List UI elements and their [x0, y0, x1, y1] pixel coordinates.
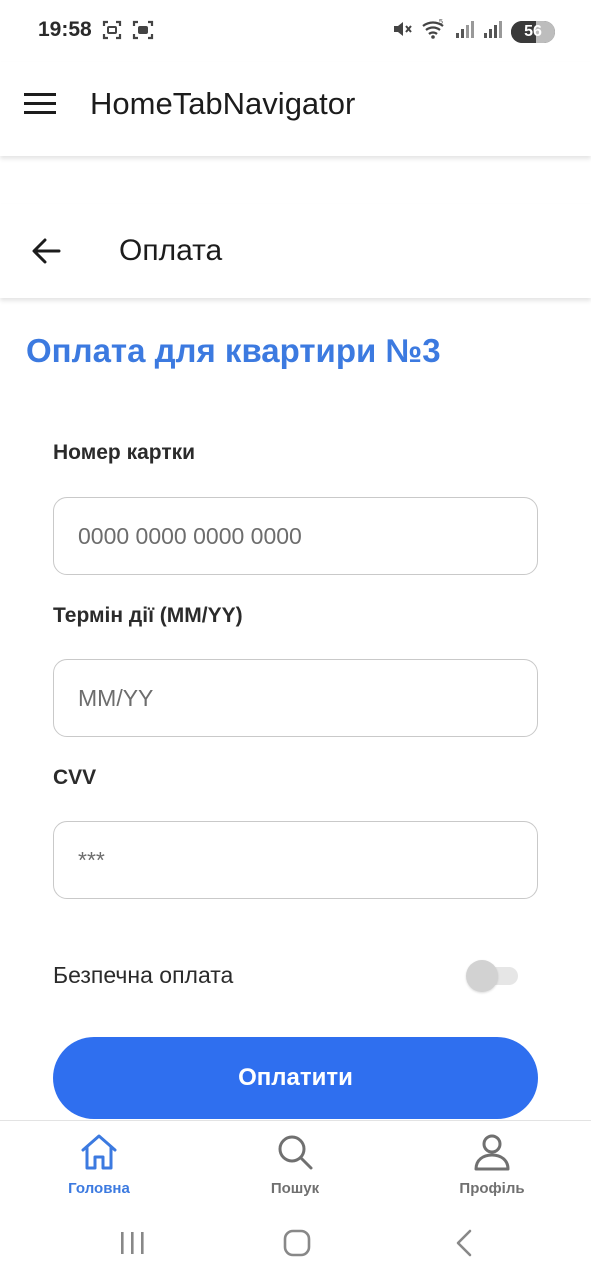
tab-home-label: Головна [68, 1180, 130, 1197]
status-bar: 19:58 5 56 [0, 0, 591, 62]
bottom-tab-bar: Головна Пошук Профіль [0, 1120, 591, 1212]
battery-level: 56 [524, 22, 542, 40]
hamburger-menu-icon[interactable] [24, 92, 58, 116]
card-number-label: Номер картки [53, 441, 196, 464]
signal-icon [483, 19, 503, 44]
page-heading: Оплата для квартири №3 [26, 332, 441, 369]
recent-apps-icon[interactable] [118, 1228, 148, 1263]
signal-icon [455, 19, 475, 44]
status-time: 19:58 [38, 18, 92, 41]
tab-home[interactable]: Головна [29, 1121, 169, 1213]
secure-payment-toggle[interactable] [466, 960, 520, 992]
battery-indicator: 56 [511, 20, 555, 43]
svg-text:5: 5 [439, 19, 443, 26]
card-number-input[interactable] [53, 497, 538, 575]
tab-profile[interactable]: Профіль [422, 1121, 562, 1213]
cvv-input[interactable] [53, 821, 538, 899]
tab-search-label: Пошук [270, 1180, 320, 1197]
app-header: HomeTabNavigator [0, 62, 591, 156]
back-button-icon[interactable] [450, 1228, 480, 1263]
arrow-left-icon[interactable] [30, 236, 62, 266]
screenshot-icon [102, 20, 122, 45]
mute-icon [391, 18, 413, 45]
pay-button[interactable]: Оплатити [53, 1037, 538, 1119]
tab-profile-label: Профіль [459, 1180, 525, 1197]
cvv-label: CVV [53, 766, 97, 789]
expiry-label: Термін дії (MM/YY) [53, 604, 243, 627]
system-navigation-bar [0, 1212, 591, 1280]
screen-title: Оплата [119, 234, 223, 267]
expiry-input[interactable] [53, 659, 538, 737]
home-icon [79, 1121, 119, 1176]
app-title: HomeTabNavigator [90, 86, 356, 121]
stack-header: Оплата [0, 204, 591, 298]
home-button-icon[interactable] [282, 1228, 312, 1263]
face-scan-icon [132, 20, 154, 45]
secure-payment-label: Безпечна оплата [53, 962, 234, 988]
search-icon [275, 1121, 315, 1176]
wifi-icon: 5 [421, 18, 447, 45]
profile-icon [472, 1121, 512, 1176]
tab-search[interactable]: Пошук [225, 1121, 365, 1213]
